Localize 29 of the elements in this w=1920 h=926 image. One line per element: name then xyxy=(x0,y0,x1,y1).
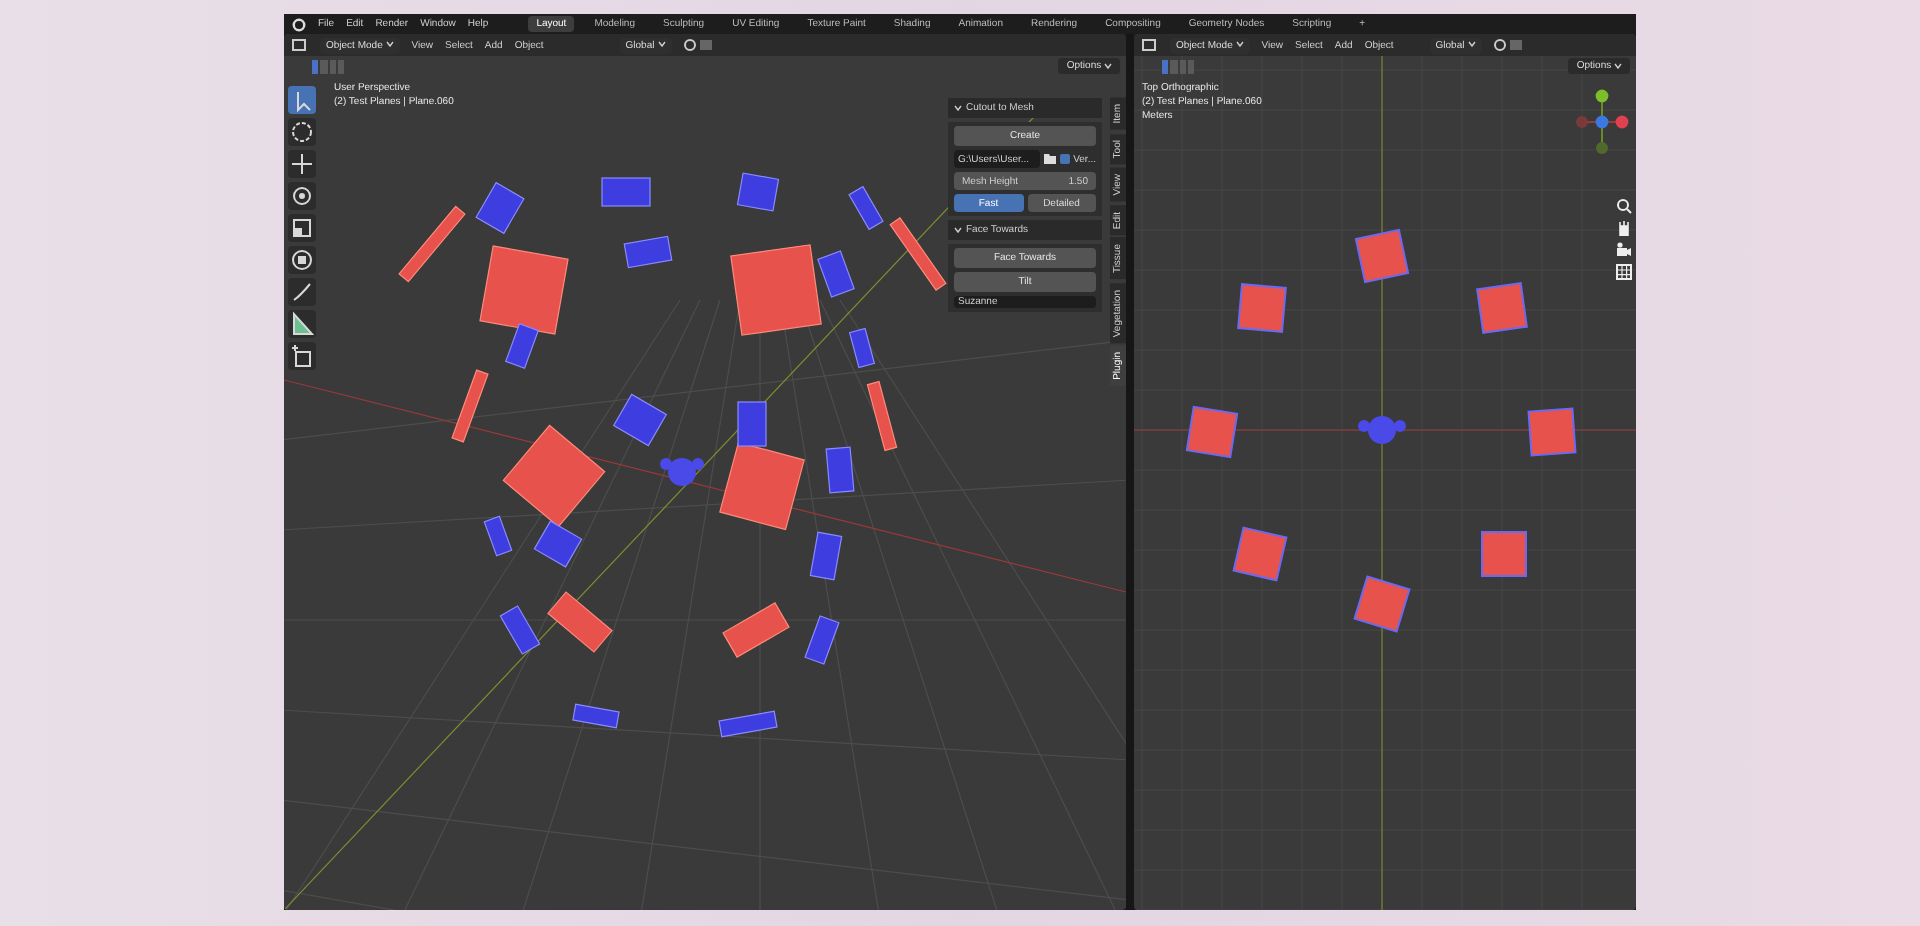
camera-icon[interactable] xyxy=(1616,242,1632,258)
chevron-icon xyxy=(1104,61,1112,70)
transform-tool-button[interactable] xyxy=(288,246,316,274)
add-cube-tool-button[interactable] xyxy=(288,342,316,370)
chevron-icon xyxy=(954,104,962,112)
measure-tool-button[interactable] xyxy=(288,310,316,338)
zoom-icon[interactable] xyxy=(1616,198,1632,214)
hand-icon[interactable] xyxy=(1616,220,1632,236)
grid-icon[interactable] xyxy=(1616,264,1632,280)
chevron-icon xyxy=(1235,40,1244,49)
chevron-icon xyxy=(385,40,394,49)
chevron-icon xyxy=(1614,61,1622,70)
perspective-viewport[interactable] xyxy=(284,34,1126,910)
cursor-tool-button[interactable] xyxy=(288,118,316,146)
scale-tool-button[interactable] xyxy=(288,214,316,242)
axis-gizmo-icon[interactable] xyxy=(1574,88,1630,156)
snap-icon[interactable] xyxy=(683,38,716,52)
move-tool-button[interactable] xyxy=(288,150,316,178)
annotate-tool-button[interactable] xyxy=(288,278,316,306)
chevron-icon xyxy=(1467,40,1476,49)
folder-icon[interactable] xyxy=(1043,154,1056,164)
snap-icon[interactable] xyxy=(1493,38,1526,52)
editor-type-icon[interactable] xyxy=(1142,38,1158,52)
select-tool-button[interactable] xyxy=(288,86,316,114)
rotate-tool-button[interactable] xyxy=(288,182,316,210)
editor-type-icon[interactable] xyxy=(292,38,308,52)
chevron-icon xyxy=(954,226,962,234)
chevron-icon xyxy=(657,40,666,49)
app-logo-icon[interactable] xyxy=(292,17,306,31)
